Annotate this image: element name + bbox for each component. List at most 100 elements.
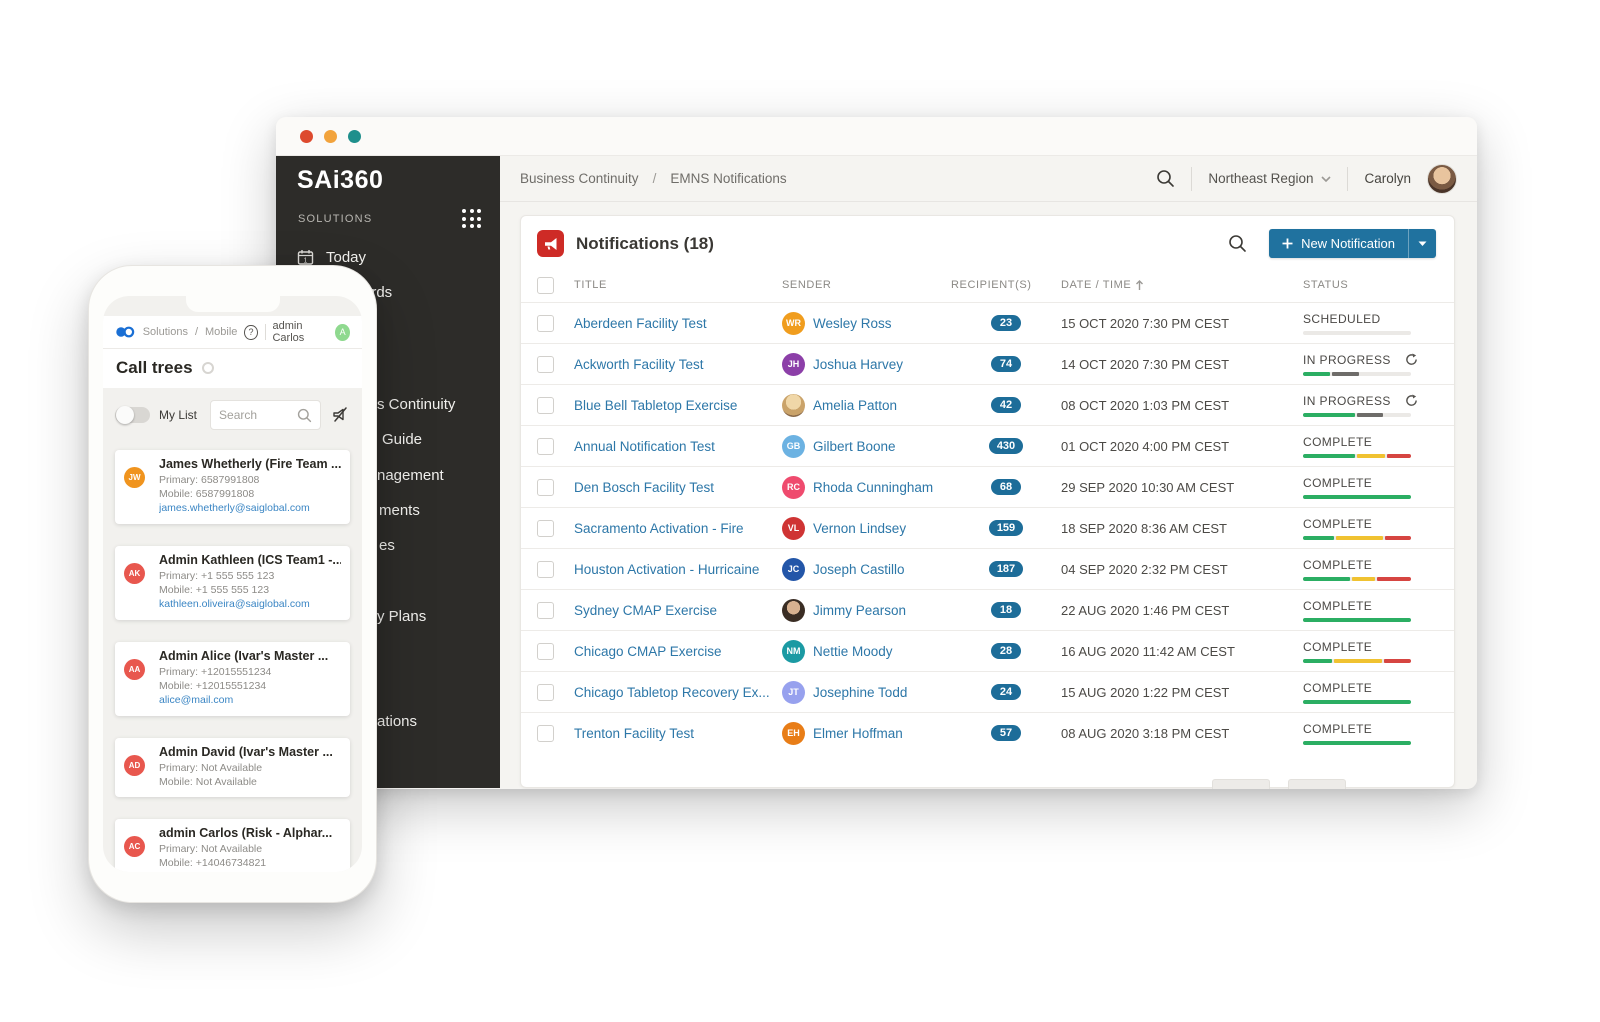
notification-title-link[interactable]: Houston Activation - Hurricaine	[574, 562, 782, 577]
breadcrumb-business-continuity[interactable]: Business Continuity	[520, 171, 639, 186]
row-checkbox[interactable]	[537, 356, 554, 373]
column-datetime[interactable]: DATE / TIME	[1061, 279, 1303, 291]
row-checkbox[interactable]	[537, 684, 554, 701]
contact-email-link[interactable]: alice@mail.com	[159, 693, 341, 708]
sidebar-item[interactable]: ments	[379, 502, 420, 519]
sidebar-item[interactable]: 1 Today	[297, 249, 366, 266]
notification-title-link[interactable]: Annual Notification Test	[574, 439, 782, 454]
notification-title-link[interactable]: Den Bosch Facility Test	[574, 480, 782, 495]
contact-email-link[interactable]: james.whetherly@saiglobal.com	[159, 501, 341, 516]
table-row[interactable]: Den Bosch Facility Test RC Rhoda Cunning…	[521, 466, 1454, 507]
contact-card[interactable]: AA Admin Alice (Ivar's Master ... Primar…	[115, 642, 350, 716]
notification-title-link[interactable]: Chicago Tabletop Recovery Ex...	[574, 685, 782, 700]
phone-search-input[interactable]	[219, 408, 291, 422]
contact-name: James Whetherly (Fire Team ...	[159, 457, 341, 471]
phone-user-avatar[interactable]: A	[335, 324, 350, 341]
window-zoom-button[interactable]	[348, 130, 361, 143]
sender-name-link[interactable]: Joseph Castillo	[813, 562, 905, 577]
apps-grid-icon[interactable]	[462, 209, 482, 229]
sidebar-item[interactable]: Guide	[382, 431, 422, 448]
row-checkbox[interactable]	[537, 520, 554, 537]
column-sender[interactable]: SENDER	[782, 279, 951, 291]
contact-email-link[interactable]: kathleen.oliveira@saiglobal.com	[159, 597, 341, 612]
row-checkbox[interactable]	[537, 643, 554, 660]
row-checkbox[interactable]	[537, 315, 554, 332]
table-row[interactable]: Sydney CMAP Exercise Jimmy Pearson 18 22…	[521, 589, 1454, 630]
sidebar-item[interactable]: ations	[377, 713, 417, 730]
sender-name-link[interactable]: Joshua Harvey	[813, 357, 903, 372]
progress-segment-yellow	[1334, 659, 1382, 663]
sidebar-item[interactable]: es	[379, 537, 395, 554]
sender-name-link[interactable]: Josephine Todd	[813, 685, 907, 700]
row-checkbox[interactable]	[537, 602, 554, 619]
help-icon[interactable]: ?	[244, 325, 257, 340]
row-checkbox[interactable]	[537, 561, 554, 578]
search-icon[interactable]	[1156, 169, 1175, 188]
row-checkbox[interactable]	[537, 479, 554, 496]
contact-card[interactable]: JW James Whetherly (Fire Team ... Primar…	[115, 450, 350, 524]
my-list-toggle[interactable]	[115, 407, 150, 423]
progress-segment-yellow	[1352, 577, 1375, 581]
notification-title-link[interactable]: Aberdeen Facility Test	[574, 316, 782, 331]
table-row[interactable]: Sacramento Activation - Fire VL Vernon L…	[521, 507, 1454, 548]
pagination-button-partial[interactable]	[1212, 779, 1270, 789]
refresh-icon[interactable]	[1405, 353, 1418, 366]
settings-ring-icon[interactable]	[202, 362, 214, 374]
sender-name-link[interactable]: Amelia Patton	[813, 398, 897, 413]
notification-title-link[interactable]: Blue Bell Tabletop Exercise	[574, 398, 782, 413]
column-recipients[interactable]: RECIPIENT(S)	[951, 279, 1061, 291]
panel-search-icon[interactable]	[1228, 234, 1247, 253]
table-row[interactable]: Houston Activation - Hurricaine JC Josep…	[521, 548, 1454, 589]
table-row[interactable]: Aberdeen Facility Test WR Wesley Ross 23…	[521, 302, 1454, 343]
sender-name-link[interactable]: Jimmy Pearson	[813, 603, 906, 618]
column-status[interactable]: STATUS	[1303, 279, 1454, 291]
table-row[interactable]: Chicago CMAP Exercise NM Nettie Moody 28…	[521, 630, 1454, 671]
sidebar-item[interactable]: y Plans	[377, 608, 426, 625]
region-selector[interactable]: Northeast Region	[1208, 171, 1331, 186]
row-checkbox[interactable]	[537, 438, 554, 455]
window-minimize-button[interactable]	[324, 130, 337, 143]
contact-primary-phone: Primary: 6587991808	[159, 473, 341, 487]
contact-email-link[interactable]: carlos.souza@saiglobal.com	[159, 870, 341, 872]
contact-mobile-phone: Mobile: 6587991808	[159, 487, 341, 501]
notification-title-link[interactable]: Sacramento Activation - Fire	[574, 521, 782, 536]
notification-title-link[interactable]: Chicago CMAP Exercise	[574, 644, 782, 659]
notification-title-link[interactable]: Ackworth Facility Test	[574, 357, 782, 372]
table-row[interactable]: Chicago Tabletop Recovery Ex... JT Josep…	[521, 671, 1454, 712]
mute-notifications-icon[interactable]	[330, 406, 350, 424]
contact-card[interactable]: AC admin Carlos (Risk - Alphar... Primar…	[115, 819, 350, 872]
phone-search-icon[interactable]	[297, 408, 312, 423]
sender-name-link[interactable]: Nettie Moody	[813, 644, 893, 659]
table-row[interactable]: Annual Notification Test GB Gilbert Boon…	[521, 425, 1454, 466]
refresh-icon[interactable]	[1405, 394, 1418, 407]
sender-name-link[interactable]: Vernon Lindsey	[813, 521, 906, 536]
sidebar-item[interactable]: nagement	[377, 467, 444, 484]
phone-breadcrumb-solutions[interactable]: Solutions	[143, 326, 188, 338]
table-row[interactable]: Blue Bell Tabletop Exercise Amelia Patto…	[521, 384, 1454, 425]
sender-name-link[interactable]: Elmer Hoffman	[813, 726, 903, 741]
column-title[interactable]: TITLE	[574, 279, 782, 291]
sender-name-link[interactable]: Wesley Ross	[813, 316, 892, 331]
sender-name-link[interactable]: Gilbert Boone	[813, 439, 896, 454]
contact-card[interactable]: AD Admin David (Ivar's Master ... Primar…	[115, 738, 350, 797]
contact-avatar: AA	[124, 659, 145, 680]
new-notification-button[interactable]: New Notification	[1269, 229, 1436, 258]
status-label: COMPLETE	[1303, 599, 1372, 613]
contact-card[interactable]: AK Admin Kathleen (ICS Team1 -... Primar…	[115, 546, 350, 620]
row-checkbox[interactable]	[537, 725, 554, 742]
notification-title-link[interactable]: Trenton Facility Test	[574, 726, 782, 741]
progress-segment-green	[1303, 577, 1350, 581]
pagination-button-partial[interactable]	[1288, 779, 1346, 789]
table-row[interactable]: Trenton Facility Test EH Elmer Hoffman 5…	[521, 712, 1454, 753]
table-row[interactable]: Ackworth Facility Test JH Joshua Harvey …	[521, 343, 1454, 384]
window-close-button[interactable]	[300, 130, 313, 143]
select-all-checkbox[interactable]	[537, 277, 554, 294]
new-notification-dropdown[interactable]	[1408, 229, 1436, 258]
sender-avatar: RC	[782, 476, 805, 499]
status-progress-bar	[1303, 495, 1411, 499]
notification-title-link[interactable]: Sydney CMAP Exercise	[574, 603, 782, 618]
sender-name-link[interactable]: Rhoda Cunningham	[813, 480, 933, 495]
row-checkbox[interactable]	[537, 397, 554, 414]
sidebar-item[interactable]: s Continuity	[377, 396, 455, 413]
user-avatar[interactable]	[1427, 164, 1457, 194]
